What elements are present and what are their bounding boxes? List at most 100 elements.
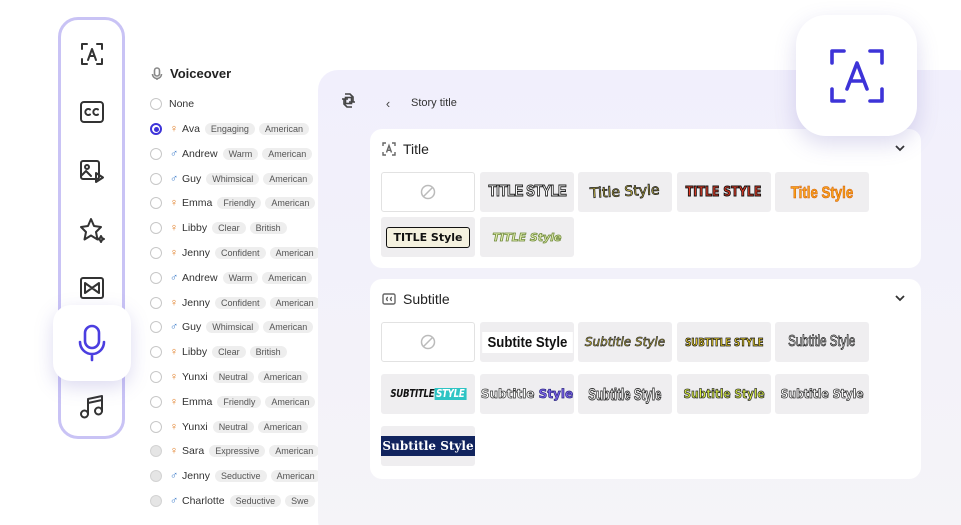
voice-tag: Whimsical — [206, 172, 260, 185]
subtitle-style-none[interactable] — [381, 322, 475, 362]
voice-option[interactable]: ♀ Jenny Confident American — [150, 293, 324, 313]
back-chevron-icon[interactable]: ‹ — [381, 96, 395, 111]
voice-option[interactable]: ♀ Emma Friendly American — [150, 193, 319, 213]
male-icon: ♂ — [169, 172, 179, 185]
title-style-text: Title Style — [589, 182, 661, 202]
voice-option[interactable]: ♀ Libby Clear British — [150, 218, 291, 238]
voice-option[interactable]: ♂ Jenny Seductive American — [150, 466, 325, 486]
title-style-option[interactable]: Title Style — [578, 172, 672, 212]
voice-tag: Engaging — [204, 123, 255, 135]
title-style-option[interactable]: TITLE STYLE — [677, 172, 771, 212]
subtitle-style-option[interactable]: Subtitle Style — [381, 426, 475, 466]
radio-button[interactable] — [150, 346, 162, 359]
female-icon: ♀ — [169, 346, 179, 359]
editor-screen: Voiceover None ♀ Ava Engaging American ♂ Andr… — [0, 0, 961, 525]
voice-option[interactable]: ♀ Ava Engaging American — [150, 119, 313, 139]
image-video-icon[interactable] — [76, 155, 108, 187]
female-icon: ♀ — [169, 222, 179, 235]
radio-button[interactable] — [150, 98, 162, 110]
chevron-down-icon[interactable] — [893, 291, 907, 305]
voice-option[interactable]: ♂ Charlotte Seductive Swe — [150, 491, 319, 511]
title-section-label: Title — [403, 141, 429, 157]
microphone-icon[interactable] — [53, 305, 131, 381]
voice-tag: American — [270, 470, 321, 483]
subtitle-section-header[interactable]: Subtitle — [382, 291, 450, 307]
radio-button[interactable] — [150, 296, 162, 309]
voice-tag: Confident — [215, 247, 266, 259]
radio-button[interactable] — [150, 445, 162, 458]
radio-button[interactable] — [150, 371, 162, 383]
subtitle-style-option[interactable]: Subtitle Style — [578, 322, 672, 362]
voice-tag: Seductive — [229, 495, 282, 507]
voice-name: Guy — [182, 321, 202, 334]
voice-tag: Expressive — [209, 445, 266, 458]
subtitle-style-option[interactable]: Subtite Style — [480, 322, 574, 362]
radio-button[interactable] — [150, 197, 162, 210]
radio-button[interactable] — [150, 321, 162, 334]
radio-button[interactable] — [150, 222, 162, 235]
voice-option-none[interactable]: None — [150, 94, 194, 114]
radio-button[interactable] — [150, 470, 162, 483]
voice-option[interactable]: ♀ Libby Clear British — [150, 342, 291, 362]
story-title: Story title — [411, 97, 457, 109]
voice-name: Jenny — [182, 470, 211, 483]
title-style-option[interactable]: TITLE STYLE — [480, 172, 574, 212]
voice-option[interactable]: ♂ Guy Whimsical American — [150, 317, 317, 337]
app-logo-icon — [340, 92, 357, 114]
radio-button[interactable] — [150, 420, 162, 433]
text-recognition-icon[interactable] — [76, 38, 108, 70]
voice-name: Charlotte — [182, 495, 225, 507]
title-style-option[interactable]: TITLE Style — [480, 217, 574, 257]
none-label: None — [169, 98, 195, 110]
voice-tag: Neutral — [212, 420, 254, 433]
title-style-text: TITLE STYLE — [686, 184, 763, 200]
title-style-option[interactable]: Title Style — [775, 172, 869, 212]
male-icon: ♂ — [169, 147, 179, 160]
voice-name: Ava — [182, 123, 200, 135]
voiceover-title: Voiceover — [170, 66, 232, 81]
voiceover-header: Voiceover — [150, 66, 231, 81]
voice-tag: Confident — [215, 296, 266, 309]
closed-captions-icon[interactable] — [76, 96, 108, 128]
radio-button[interactable] — [150, 147, 162, 160]
subtitle-style-option[interactable]: Subtitle Style — [775, 374, 869, 414]
chevron-down-icon[interactable] — [893, 141, 907, 155]
subtitle-style-option[interactable]: SUBTITLE STYLE — [381, 374, 475, 414]
radio-button[interactable] — [150, 495, 162, 507]
voice-option[interactable]: ♀ Yunxi Neutral American — [150, 417, 312, 437]
title-style-option[interactable]: TITLE Style — [381, 217, 475, 257]
voice-tag: Friendly — [217, 197, 262, 210]
subtitle-style-text: Subtitle Style — [683, 387, 765, 401]
voice-option[interactable]: ♂ Andrew Warm American — [150, 268, 316, 288]
subtitle-style-option[interactable]: Subtitle Style — [775, 322, 869, 362]
voice-option[interactable]: ♀ Jenny Confident American — [150, 243, 324, 263]
voice-option[interactable]: ♂ Andrew Warm American — [150, 144, 316, 164]
voice-option[interactable]: ♀ Sara Expressive American — [150, 441, 323, 461]
subtitle-style-text-part: Subtitle — [480, 387, 539, 401]
subtitle-style-text: Subtitle Style — [788, 333, 856, 350]
voice-tag: American — [263, 321, 314, 334]
voice-option[interactable]: ♂ Guy Whimsical American — [150, 169, 317, 189]
subtitle-style-option[interactable]: Subtitle Style — [677, 374, 771, 414]
radio-button[interactable] — [150, 172, 162, 185]
subtitle-style-option[interactable]: Subtitle Style — [578, 374, 672, 414]
title-style-none[interactable] — [381, 172, 475, 212]
voice-name: Jenny — [182, 296, 211, 309]
voice-option[interactable]: ♀ Yunxi Neutral American — [150, 367, 312, 387]
radio-button[interactable] — [150, 123, 162, 135]
subtitle-style-option[interactable]: SUBTITLE STYLE — [677, 322, 771, 362]
transition-icon[interactable] — [76, 272, 108, 304]
subtitle-style-option[interactable]: Subtitle Style — [480, 374, 574, 414]
sparkle-star-icon[interactable] — [76, 214, 108, 246]
radio-button[interactable] — [150, 395, 162, 408]
music-note-icon[interactable] — [76, 391, 108, 423]
female-icon: ♀ — [169, 247, 179, 259]
voice-option[interactable]: ♀ Emma Friendly American — [150, 392, 319, 412]
radio-button[interactable] — [150, 271, 162, 284]
male-icon: ♂ — [169, 271, 179, 284]
radio-button[interactable] — [150, 247, 162, 259]
voice-name: Sara — [182, 445, 205, 458]
title-section-header[interactable]: Title — [382, 141, 429, 157]
voice-tag: Whimsical — [206, 321, 260, 334]
subtitle-style-text-highlight: Style — [538, 387, 574, 401]
